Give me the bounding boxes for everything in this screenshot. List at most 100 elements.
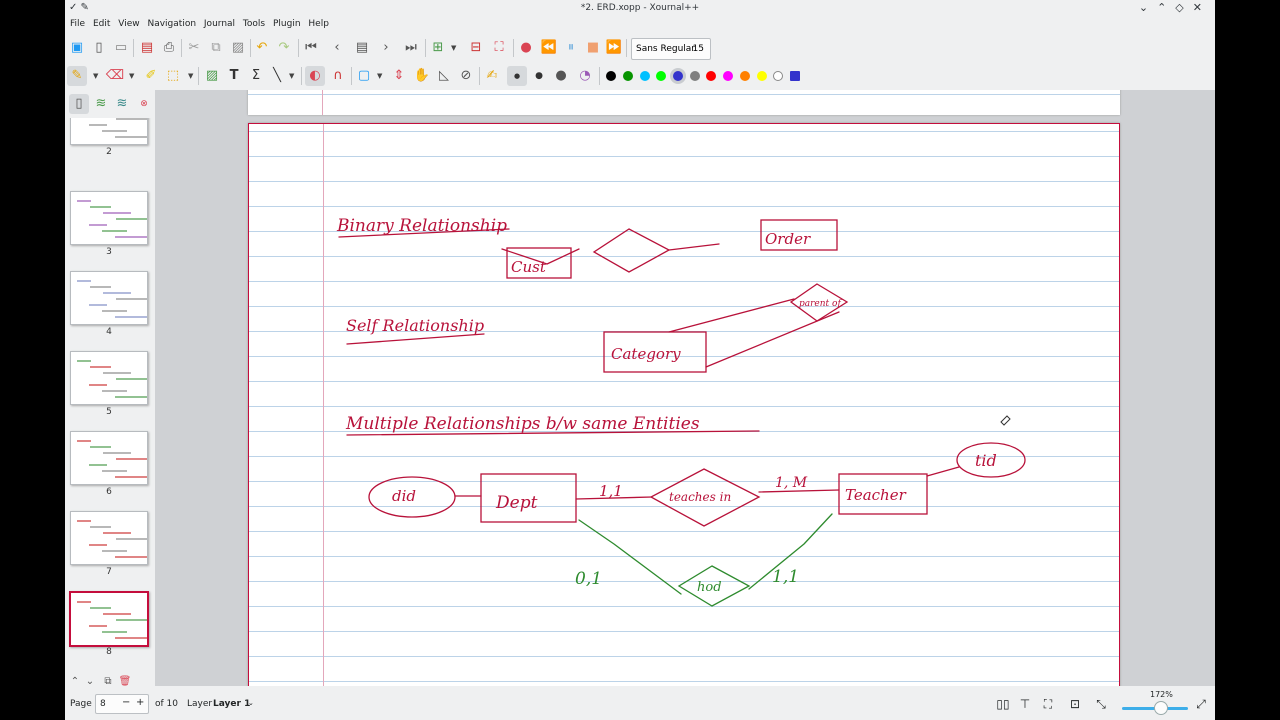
audio-rewind-icon[interactable]: ⏪: [539, 38, 559, 58]
page-thumbnail[interactable]: [70, 351, 148, 405]
color-swatch-light-blue[interactable]: [640, 71, 650, 81]
delete-page-icon[interactable]: ⊟: [466, 38, 486, 58]
page-preview-tab-icon[interactable]: ▯: [69, 94, 89, 114]
menu-file[interactable]: File: [65, 17, 85, 29]
font-selector[interactable]: Sans Regular 15: [631, 38, 711, 60]
copy-icon[interactable]: ⧉: [206, 38, 226, 58]
print-icon[interactable]: ⎙: [159, 38, 179, 58]
ruler-snap-icon[interactable]: ◐: [305, 66, 325, 86]
line-tool-icon[interactable]: ╲: [267, 66, 287, 86]
magnet-icon[interactable]: ∩: [328, 66, 348, 86]
color-swatch-white[interactable]: [773, 71, 783, 81]
zoom-slider-handle[interactable]: [1154, 701, 1168, 715]
setsquare-icon[interactable]: ◺: [434, 66, 454, 86]
document-canvas[interactable]: Binary Relationship Cust Order Self Relatio…: [155, 90, 1215, 686]
menu-edit[interactable]: Edit: [88, 17, 110, 29]
menu-help[interactable]: Help: [303, 17, 329, 29]
fill-dropdown-icon[interactable]: ▼: [377, 66, 385, 86]
color-swatch-blue[interactable]: [673, 71, 683, 81]
page-thumbnail[interactable]: [69, 591, 149, 647]
pen-dropdown-icon[interactable]: ▼: [93, 66, 101, 86]
layers-list-tab-icon[interactable]: ≋: [112, 94, 132, 114]
open-folder-icon[interactable]: ▭: [111, 38, 131, 58]
select-region-icon[interactable]: ⬚: [163, 66, 183, 86]
record-icon[interactable]: ●: [516, 38, 536, 58]
export-pdf-icon[interactable]: ▤: [137, 38, 157, 58]
fullscreen-toggle-icon[interactable]: ⤢: [1193, 696, 1209, 712]
color-swatch-light-green[interactable]: [656, 71, 666, 81]
increment-icon[interactable]: +: [136, 697, 144, 708]
page-number-spinbox[interactable]: 8 − +: [95, 694, 149, 714]
shape-dropdown-icon[interactable]: ▼: [289, 66, 297, 86]
menu-tools[interactable]: Tools: [238, 17, 265, 29]
decrement-icon[interactable]: −: [122, 697, 130, 708]
menu-navigation[interactable]: Navigation: [142, 17, 196, 29]
first-page-icon[interactable]: ⏮: [301, 38, 321, 58]
presentation-mode-icon[interactable]: ⊤: [1017, 696, 1033, 712]
close-sidebar-icon[interactable]: ⊗: [134, 94, 154, 114]
page-thumbnail[interactable]: [70, 271, 148, 325]
color-swatch-green[interactable]: [623, 71, 633, 81]
previous-page-icon[interactable]: ‹: [327, 38, 347, 58]
image-icon[interactable]: ▨: [202, 66, 222, 86]
zoom-100-icon[interactable]: ⤡: [1093, 696, 1109, 712]
thick-stroke-icon[interactable]: ●: [551, 66, 571, 86]
layer-tab-icon[interactable]: ≋: [91, 94, 111, 114]
new-document-icon[interactable]: ▯: [89, 38, 109, 58]
color-swatch-gray[interactable]: [690, 71, 700, 81]
insert-page-icon[interactable]: ⊞: [428, 38, 448, 58]
thumbnail-scribble: [103, 212, 131, 214]
menu-plugin[interactable]: Plugin: [268, 17, 301, 29]
color-swatch-yellow[interactable]: [757, 71, 767, 81]
hand-icon[interactable]: ✋: [412, 66, 432, 86]
fill-color-icon[interactable]: ▢: [354, 66, 374, 86]
select-dropdown-icon[interactable]: ▼: [188, 66, 196, 86]
text-tool-icon[interactable]: T: [224, 66, 244, 86]
layer-dropdown-icon[interactable]: ⌄: [248, 699, 254, 707]
two-pages-icon[interactable]: ▯▯: [995, 696, 1011, 712]
menu-view[interactable]: View: [113, 17, 139, 29]
vertical-space-icon[interactable]: ⇕: [389, 66, 409, 86]
layer-selector[interactable]: Layer 1: [213, 699, 250, 709]
page-thumbnail[interactable]: [70, 511, 148, 565]
eraser-icon[interactable]: ⌫: [105, 66, 125, 86]
audio-forward-icon[interactable]: ⏩: [604, 38, 624, 58]
menu-journal[interactable]: Journal: [199, 17, 235, 29]
audio-stop-icon[interactable]: ■: [583, 38, 603, 58]
save-icon[interactable]: ▣: [67, 38, 87, 58]
eraser-dropdown-icon[interactable]: ▼: [129, 66, 137, 86]
color-palette-icon[interactable]: ◔: [575, 66, 595, 86]
highlighter-icon[interactable]: ✐: [141, 66, 161, 86]
zoom-fit-icon[interactable]: ⊡: [1067, 696, 1083, 712]
page-thumbnail[interactable]: [70, 118, 148, 145]
color-swatch-magenta[interactable]: [723, 71, 733, 81]
page-thumbnail[interactable]: [70, 191, 148, 245]
color-swatch-orange[interactable]: [740, 71, 750, 81]
move-page-down-icon[interactable]: ⌄: [80, 672, 100, 692]
color-swatch-black[interactable]: [606, 71, 616, 81]
latex-icon[interactable]: Σ: [246, 66, 266, 86]
color-swatch-custom[interactable]: [790, 71, 800, 81]
redo-icon[interactable]: ↷: [274, 38, 294, 58]
undo-icon[interactable]: ↶: [252, 38, 272, 58]
paste-icon[interactable]: ▨: [228, 38, 248, 58]
color-swatch-red[interactable]: [706, 71, 716, 81]
fullscreen-icon[interactable]: ⛶: [489, 38, 509, 58]
pen-icon[interactable]: ✎: [67, 66, 87, 86]
fit-page-icon[interactable]: ⛶: [1040, 696, 1056, 712]
color-picker-icon[interactable]: ✍: [482, 66, 502, 86]
next-page-icon[interactable]: ›: [376, 38, 396, 58]
page-8[interactable]: Binary Relationship Cust Order Self Relatio…: [248, 123, 1120, 686]
last-page-icon[interactable]: ⏭: [401, 38, 421, 58]
compass-icon[interactable]: ⊘: [456, 66, 476, 86]
thumbnail-scribble: [90, 206, 111, 208]
cut-icon[interactable]: ✂: [184, 38, 204, 58]
thin-stroke-icon[interactable]: ●: [507, 66, 527, 86]
page-thumbnail[interactable]: [70, 431, 148, 485]
delete-page-sidebar-icon[interactable]: 🗑: [115, 672, 135, 692]
audio-pause-icon[interactable]: ⏸: [561, 38, 581, 58]
medium-stroke-icon[interactable]: ●: [529, 66, 549, 86]
goto-page-icon[interactable]: ▤: [352, 38, 372, 58]
insert-page-dropdown-icon[interactable]: ▼: [451, 38, 459, 58]
window-controls[interactable]: ⌄⌃◇✕: [1139, 1, 1211, 14]
